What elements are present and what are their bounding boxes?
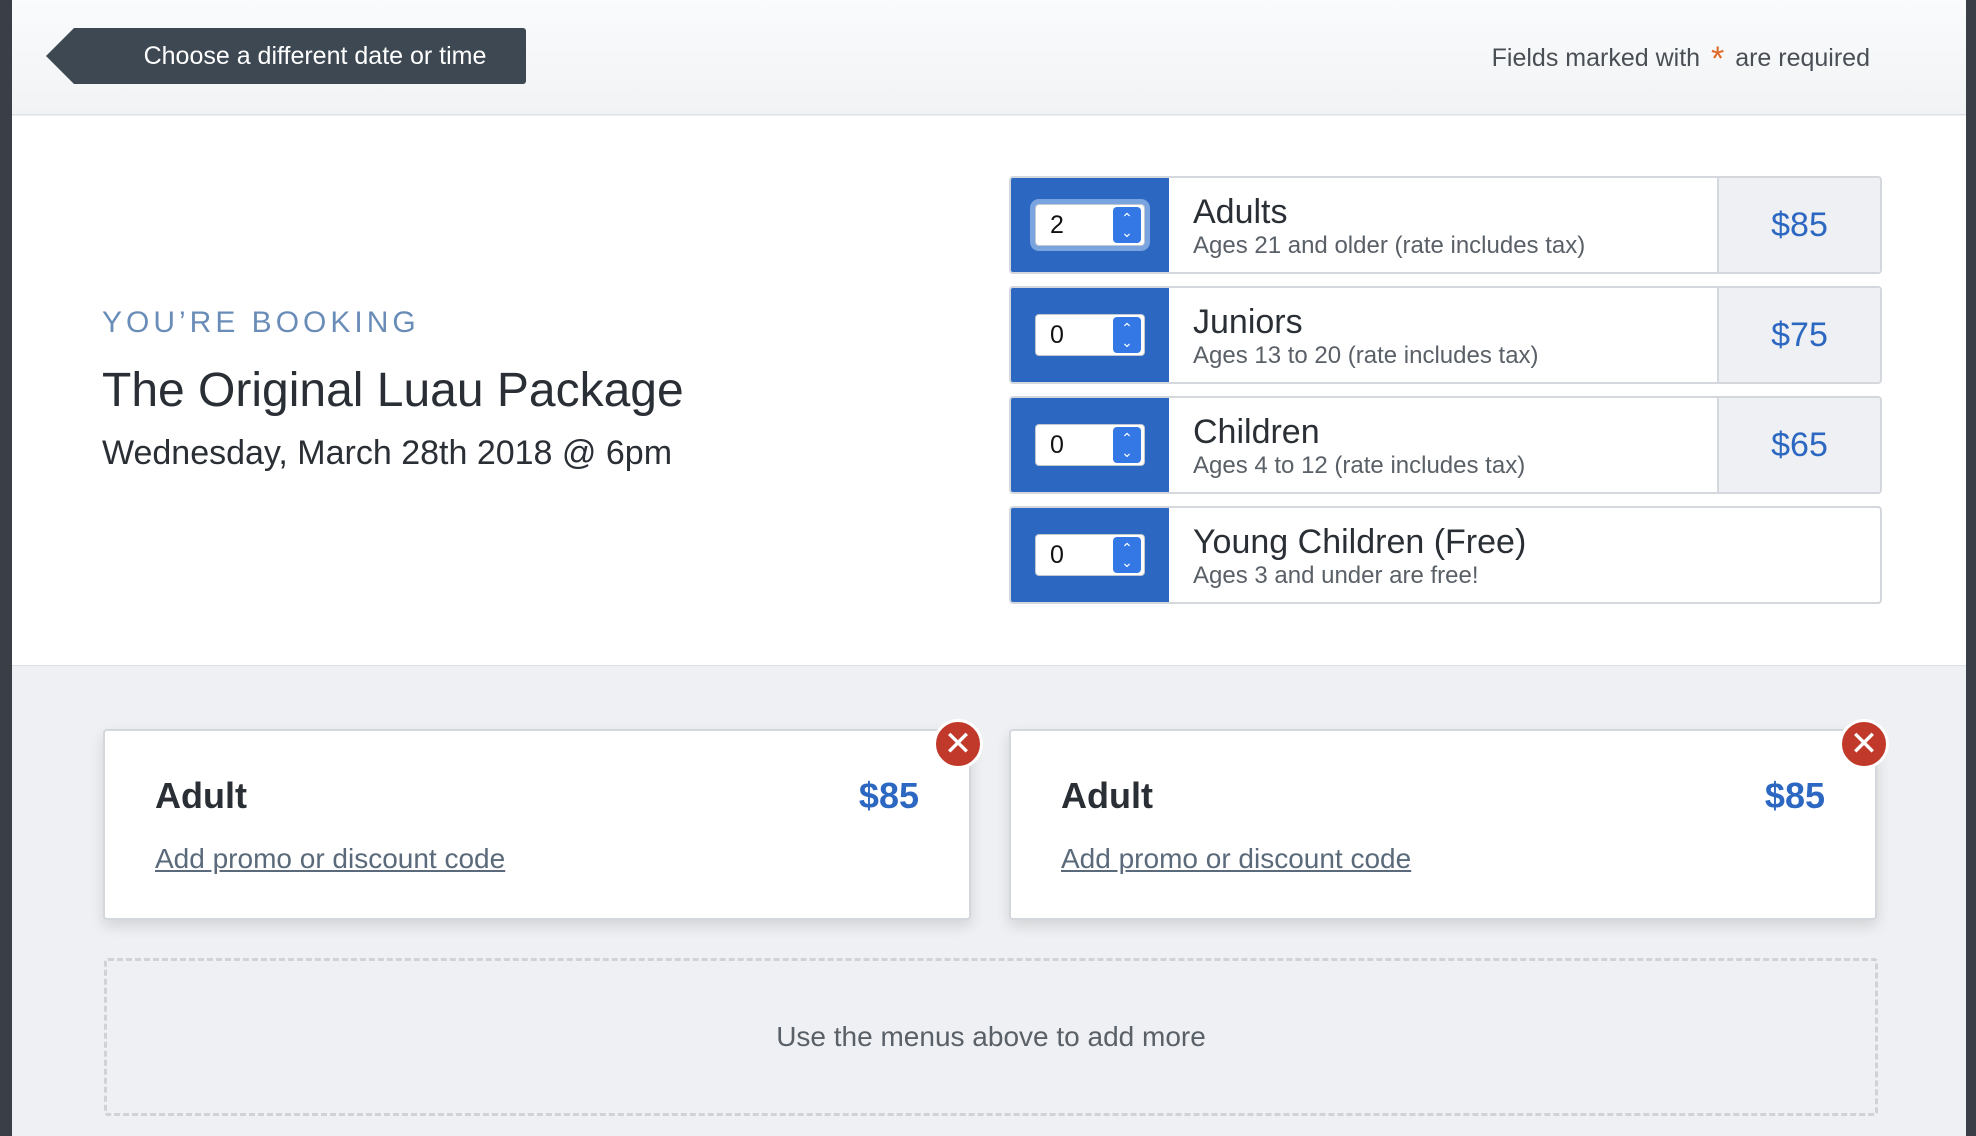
required-fields-note: Fields marked with * are required [1491,40,1870,78]
ticket-name: Adults [1193,193,1288,231]
ticket-name: Young Children (Free) [1193,523,1527,561]
stepper-arrows-icon[interactable]: ⌃ ⌄ [1113,427,1141,463]
cart-item-type: Adult [155,775,247,816]
cart-item-type: Adult [1061,775,1153,816]
stepper-arrows-icon[interactable]: ⌃ ⌄ [1113,537,1141,573]
youre-booking-label: YOU’RE BOOKING [102,306,420,339]
remove-x-icon[interactable]: ✕ [1839,719,1889,769]
back-button-label: Choose a different date or time [143,41,487,70]
required-star-icon: * [1711,40,1725,78]
cart-item-price: $85 [1764,775,1825,816]
add-promo-link[interactable]: Add promo or discount code [155,843,505,875]
booking-modal: Choose a different date or time Fields m… [12,0,1966,1136]
ticket-name: Children [1193,413,1320,451]
add-promo-link[interactable]: Add promo or discount code [1061,843,1411,875]
top-bar: Choose a different date or time Fields m… [12,0,1966,115]
ticket-description: Ages 3 and under are free! [1193,562,1479,589]
ticket-price: $85 [1717,178,1880,272]
ticket-description: Ages 4 to 12 (rate includes tax) [1193,452,1526,479]
stepper-arrows-icon[interactable]: ⌃ ⌄ [1113,317,1141,353]
quantity-stepper[interactable]: 0 ⌃ ⌄ [1035,314,1145,356]
add-more-text: Use the menus above to add more [776,1021,1206,1052]
ticket-price: $75 [1717,288,1880,382]
ticket-description: Ages 13 to 20 (rate includes tax) [1193,342,1539,369]
ticket-row-children: 0 ⌃ ⌄ Children Ages 4 to 12 (rate include… [1009,396,1882,494]
ticket-row-young-children: 0 ⌃ ⌄ Young Children (Free) Ages 3 and un… [1009,506,1882,604]
ticket-price: $65 [1717,398,1880,492]
booking-date: Wednesday, March 28th 2018 @ 6pm [102,434,673,472]
ticket-description: Ages 21 and older (rate includes tax) [1193,232,1586,259]
cart-item-price: $85 [858,775,919,816]
ticket-row-juniors: 0 ⌃ ⌄ Juniors Ages 13 to 20 (rate include… [1009,286,1882,384]
quantity-stepper[interactable]: 2 ⌃ ⌄ [1035,204,1145,246]
cart-item-card: Adult $85 Add promo or discount code ✕ [1009,719,1889,920]
quantity-stepper[interactable]: 0 ⌃ ⌄ [1035,424,1145,466]
package-title: The Original Luau Package [102,364,684,417]
ticket-row-adults: 2 ⌃ ⌄ Adults Ages 21 and older (rate incl… [1009,176,1882,274]
cart-item-card: Adult $85 Add promo or discount code ✕ [103,719,983,920]
ticket-name: Juniors [1193,303,1303,341]
quantity-stepper[interactable]: 0 ⌃ ⌄ [1035,534,1145,576]
booking-section: YOU’RE BOOKING The Original Luau Package… [12,116,1966,666]
add-more-placeholder: Use the menus above to add more [104,958,1878,1116]
remove-x-icon[interactable]: ✕ [933,719,983,769]
choose-different-date-button[interactable]: Choose a different date or time [46,28,526,84]
stepper-arrows-icon[interactable]: ⌃ ⌄ [1113,207,1141,243]
